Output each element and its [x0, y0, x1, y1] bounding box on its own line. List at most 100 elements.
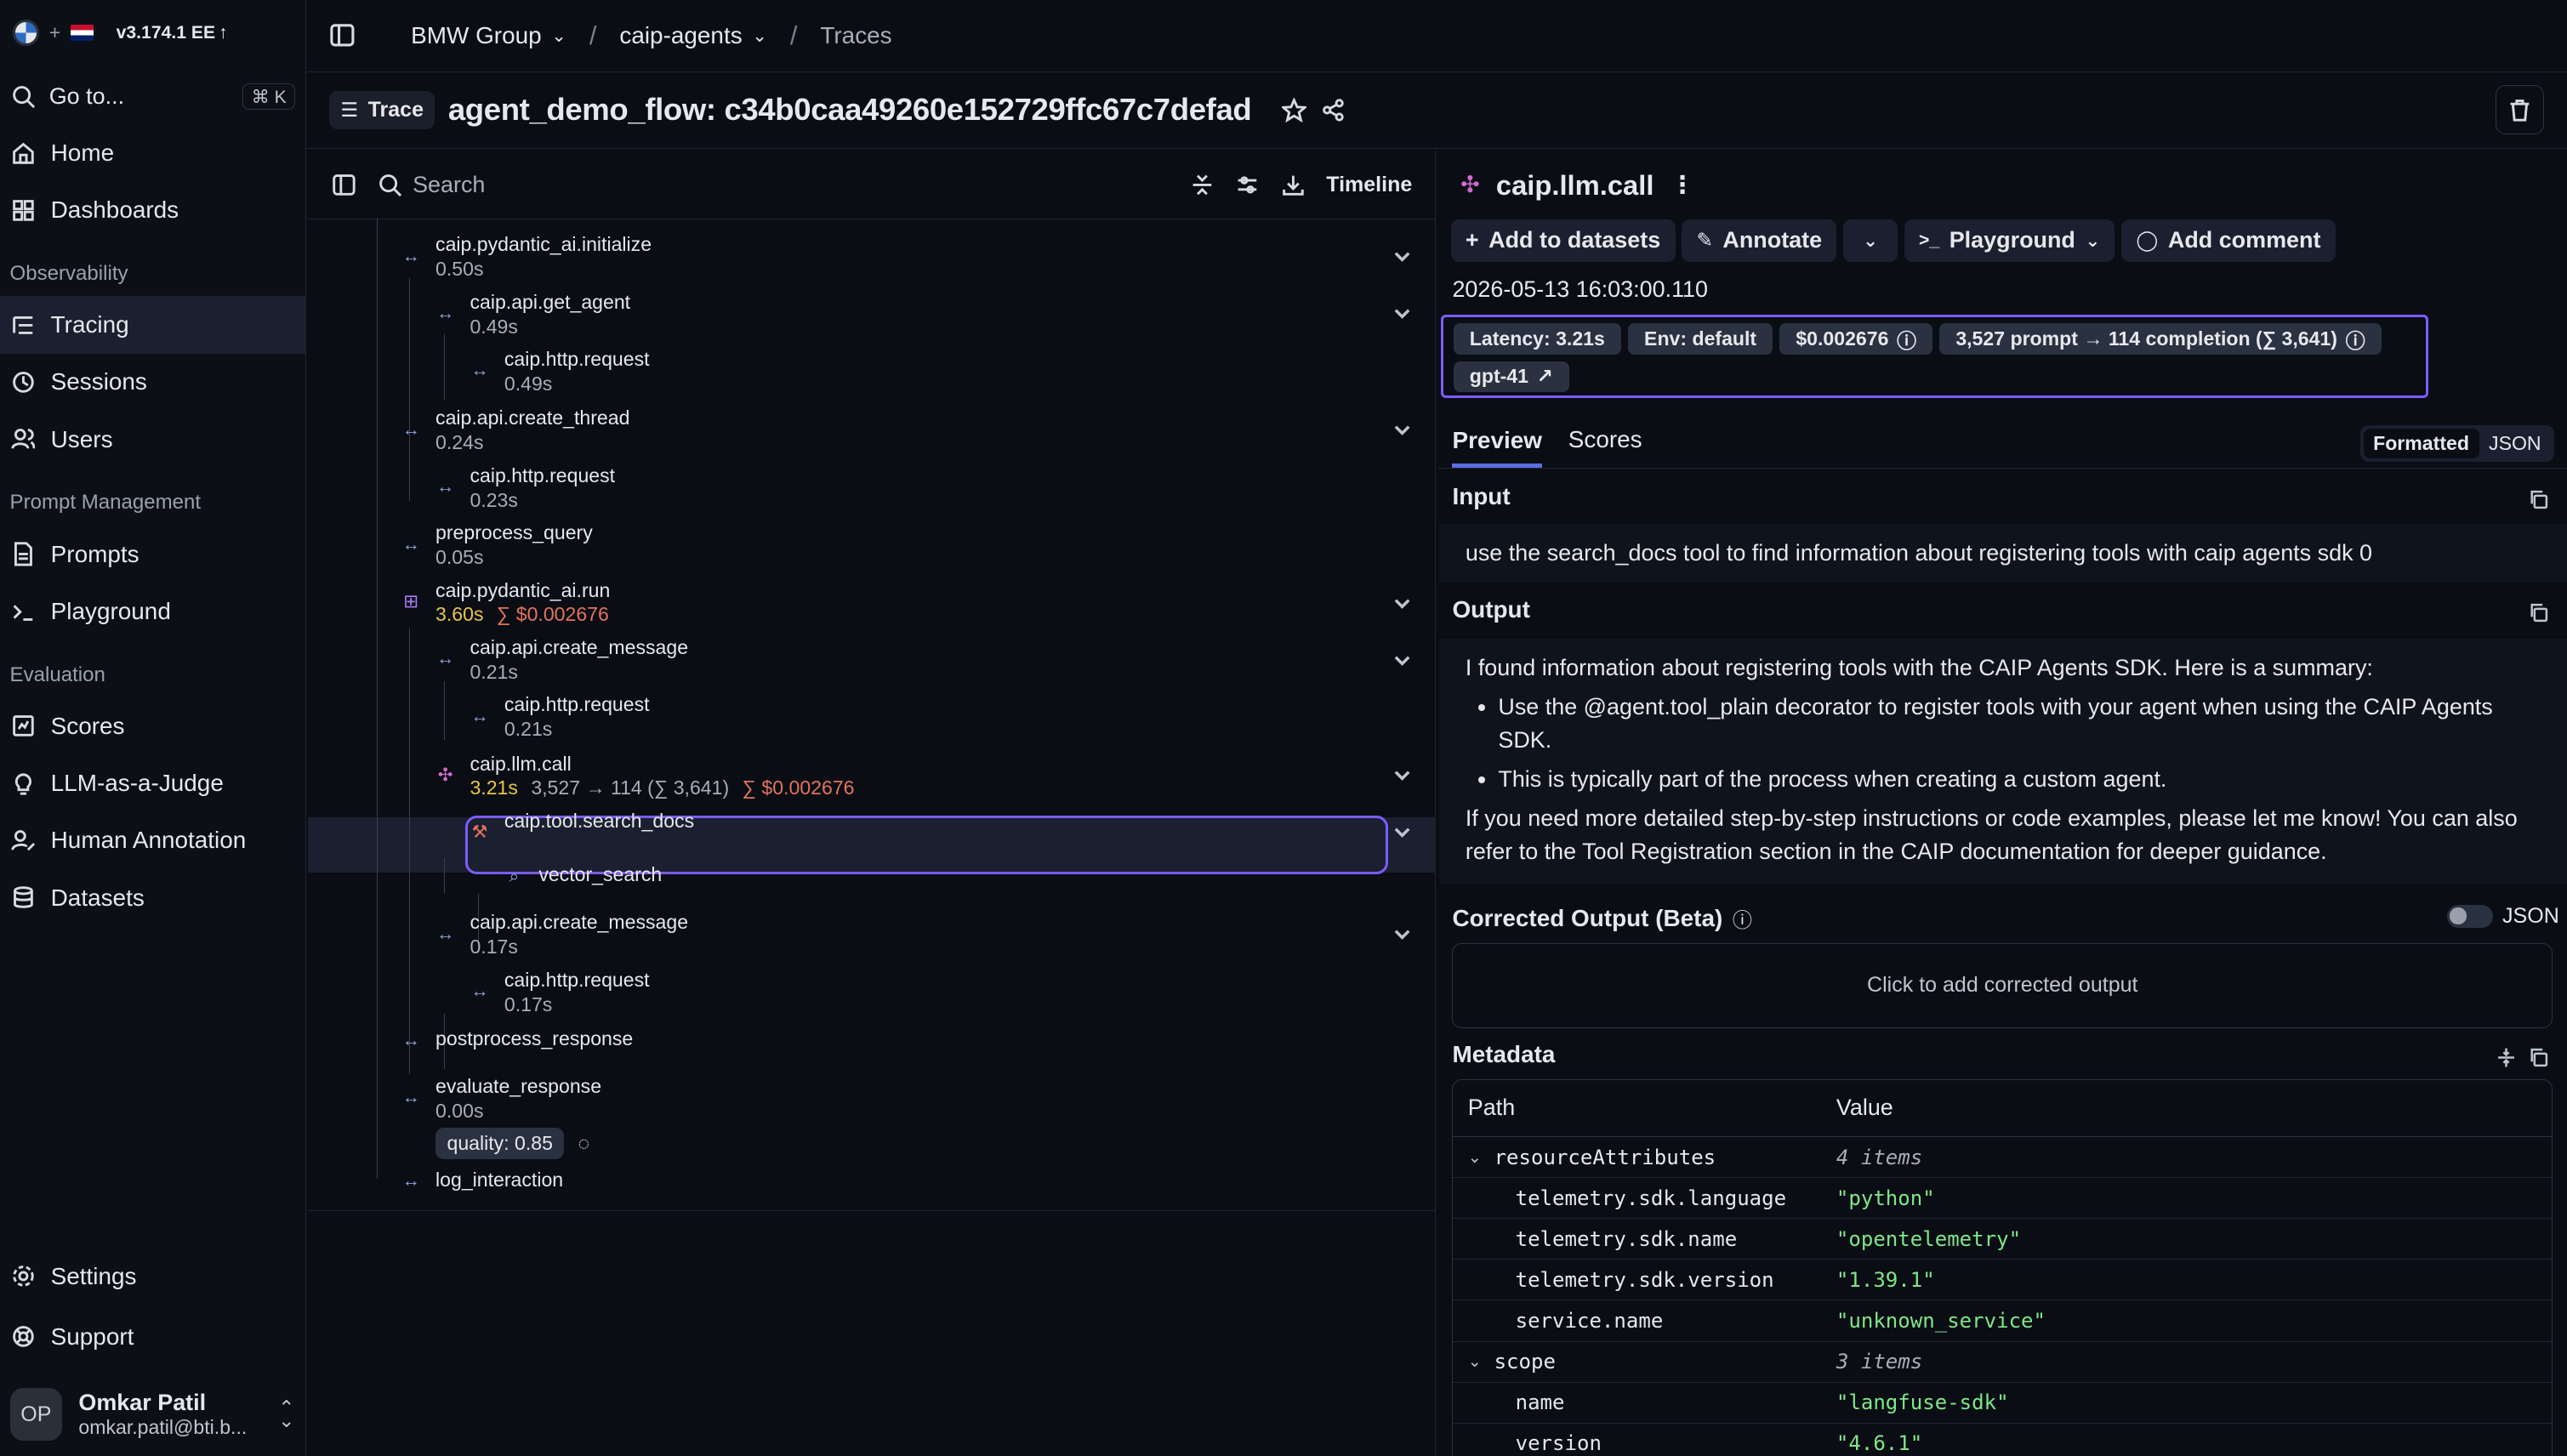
sidebar-item-dashboards[interactable]: Dashboards	[0, 182, 305, 239]
sidebar-item-scores[interactable]: Scores	[0, 697, 305, 754]
goto-command[interactable]: Go to... ⌘ K	[0, 72, 305, 122]
latency-badge: Latency: 3.21s	[1453, 323, 1622, 355]
format-formatted-option[interactable]: Formatted	[2363, 429, 2479, 459]
tree-search-input[interactable]: Search	[377, 172, 1170, 198]
trace-tree-node[interactable]: caip.tool.search_docs	[504, 809, 694, 833]
trace-tree-node[interactable]: caip.http.request 0.21s	[504, 692, 650, 742]
comment-icon: ◌	[578, 1132, 590, 1155]
cost-badge[interactable]: $0.002676 ⓘ	[1779, 323, 1933, 355]
node-name: caip.api.create_message	[470, 635, 689, 658]
chevron-down-icon[interactable]	[1392, 589, 1415, 612]
sidebar-item-playground[interactable]: Playground	[0, 583, 305, 640]
copy-icon[interactable]	[2528, 600, 2551, 623]
node-duration: 3.60s	[435, 603, 484, 626]
tokens-badge[interactable]: 3,527 prompt → 114 completion (∑ 3,641) …	[1939, 323, 2382, 355]
metadata-value: "opentelemetry"	[1836, 1226, 2022, 1251]
info-icon: ⓘ	[2345, 329, 2365, 352]
corrected-output-field[interactable]: Click to add corrected output	[1452, 942, 2553, 1028]
format-json-option[interactable]: JSON	[2479, 429, 2552, 458]
chevron-down-icon[interactable]	[1392, 646, 1415, 669]
chevron-down-icon[interactable]	[1392, 242, 1415, 265]
metadata-path: telemetry.sdk.name	[1515, 1226, 1738, 1251]
trace-tree-node[interactable]: caip.llm.call 3.21s 3,527 → 114 (∑ 3,641) ∑…	[470, 752, 854, 801]
breadcrumb-page[interactable]: Traces	[820, 22, 891, 49]
timeline-toggle[interactable]: Timeline	[1326, 173, 1412, 197]
tab-scores[interactable]: Scores	[1568, 426, 1642, 453]
trace-tree-node[interactable]: caip.pydantic_ai.initialize 0.50s	[435, 232, 652, 282]
user-menu[interactable]: OP Omkar Patil omkar.patil@bti.b... ⌃ ⌄	[0, 1374, 305, 1455]
trace-tree-node[interactable]: caip.api.create_message 0.21s	[470, 635, 688, 685]
trace-tree-node[interactable]: caip.pydantic_ai.run 3.60s ∑ $0.002676	[435, 578, 610, 628]
annotate-dropdown-button[interactable]: ⌄	[1843, 219, 1898, 262]
share-icon[interactable]	[1320, 97, 1346, 123]
copy-icon[interactable]	[2528, 1044, 2551, 1067]
chevron-down-icon[interactable]: ⌄	[1468, 1147, 1484, 1168]
metadata-value: "langfuse-sdk"	[1836, 1391, 2009, 1415]
metadata-row[interactable]: ⌄ resourceAttributes 4 items	[1453, 1137, 2553, 1179]
trace-tree-node[interactable]: caip.api.create_message 0.17s	[470, 910, 688, 959]
metadata-path: name	[1515, 1391, 1565, 1415]
tab-preview[interactable]: Preview	[1452, 427, 1542, 469]
collapse-all-icon[interactable]	[1189, 172, 1215, 198]
sidebar-item-label: Prompts	[50, 540, 139, 567]
json-switch[interactable]	[2446, 904, 2493, 928]
node-duration: 0.17s	[470, 936, 518, 958]
trace-tree-node[interactable]: caip.http.request 0.49s	[504, 347, 650, 396]
node-metrics: 0.23s	[470, 488, 615, 513]
search-icon	[10, 83, 37, 110]
trace-tree-node[interactable]: caip.http.request 0.17s	[504, 968, 650, 1017]
expand-icon[interactable]	[2496, 1044, 2519, 1067]
chevron-down-icon[interactable]	[1392, 920, 1415, 943]
settings-sliders-icon[interactable]	[1234, 172, 1261, 198]
sidebar-item-users[interactable]: Users	[0, 411, 305, 468]
org-logo-icon[interactable]	[13, 20, 40, 46]
trace-tree-node[interactable]: log_interaction	[435, 1168, 563, 1192]
model-badge[interactable]: gpt-41 ↗	[1453, 361, 1570, 393]
sidebar-item-sessions[interactable]: Sessions	[0, 354, 305, 411]
node-type-icon: ↔	[436, 924, 455, 944]
node-duration: 0.21s	[504, 718, 553, 741]
copy-icon[interactable]	[2528, 486, 2551, 509]
sidebar-item-home[interactable]: Home	[0, 124, 305, 181]
trace-tree-node[interactable]: evaluate_response 0.00s quality: 0.85 ◌	[435, 1074, 601, 1159]
trace-tree-node[interactable]: caip.http.request 0.23s	[470, 464, 615, 513]
sidebar-item-datasets[interactable]: Datasets	[0, 869, 305, 926]
sidebar-toggle-icon[interactable]	[329, 22, 356, 48]
metadata-path: resourceAttributes	[1494, 1145, 1716, 1169]
sidebar-item-prompts[interactable]: Prompts	[0, 526, 305, 583]
sidebar-item-tracing[interactable]: Tracing	[0, 296, 305, 354]
add-comment-button[interactable]: ◯ Add comment	[2121, 219, 2336, 262]
breadcrumb-org[interactable]: BMW Group ⌄	[411, 22, 566, 49]
database-icon	[10, 884, 37, 911]
breadcrumb-project[interactable]: caip-agents ⌄	[619, 22, 767, 49]
more-vertical-icon[interactable]: ⋮	[1671, 170, 1695, 200]
panel-collapse-icon[interactable]	[331, 172, 357, 198]
chevron-down-icon[interactable]	[1392, 416, 1415, 439]
chevron-down-icon[interactable]	[1392, 299, 1415, 322]
trace-tree-node[interactable]: caip.api.get_agent 0.49s	[470, 290, 630, 339]
annotate-label: Annotate	[1722, 227, 1823, 253]
star-icon[interactable]	[1281, 97, 1307, 123]
delete-trace-button[interactable]	[2495, 85, 2545, 134]
output-content: I found information about registering to…	[1439, 638, 2567, 884]
annotate-button[interactable]: ✎ Annotate	[1682, 219, 1837, 262]
sidebar-item-settings[interactable]: Settings	[0, 1248, 305, 1305]
sidebar-item-llm-as-judge[interactable]: LLM-as-a-Judge	[0, 754, 305, 811]
node-duration: 0.17s	[504, 992, 553, 1015]
trace-badge: ☰ Trace	[328, 91, 435, 129]
corrected-json-toggle[interactable]: JSON	[2446, 904, 2559, 929]
trace-tree-node[interactable]: postprocess_response	[435, 1027, 633, 1051]
chevron-down-icon[interactable]	[1392, 818, 1415, 841]
trace-tree-node[interactable]: preprocess_query 0.05s	[435, 520, 593, 570]
chevron-down-icon[interactable]	[1392, 761, 1415, 784]
download-icon[interactable]	[1280, 172, 1306, 198]
sidebar-item-support[interactable]: Support	[0, 1308, 305, 1365]
trace-tree-node[interactable]: caip.api.create_thread 0.24s	[435, 406, 629, 455]
add-to-datasets-button[interactable]: + Add to datasets	[1450, 219, 1676, 262]
trace-tree-node[interactable]: vector_search	[538, 862, 662, 887]
score-badge[interactable]: quality: 0.85	[435, 1128, 565, 1159]
playground-button[interactable]: >_ Playground ⌄	[1904, 219, 2115, 262]
metadata-row[interactable]: ⌄ scope 3 items	[1453, 1342, 2553, 1383]
sidebar-item-human-annotation[interactable]: Human Annotation	[0, 812, 305, 869]
chevron-down-icon[interactable]: ⌄	[1468, 1351, 1484, 1372]
